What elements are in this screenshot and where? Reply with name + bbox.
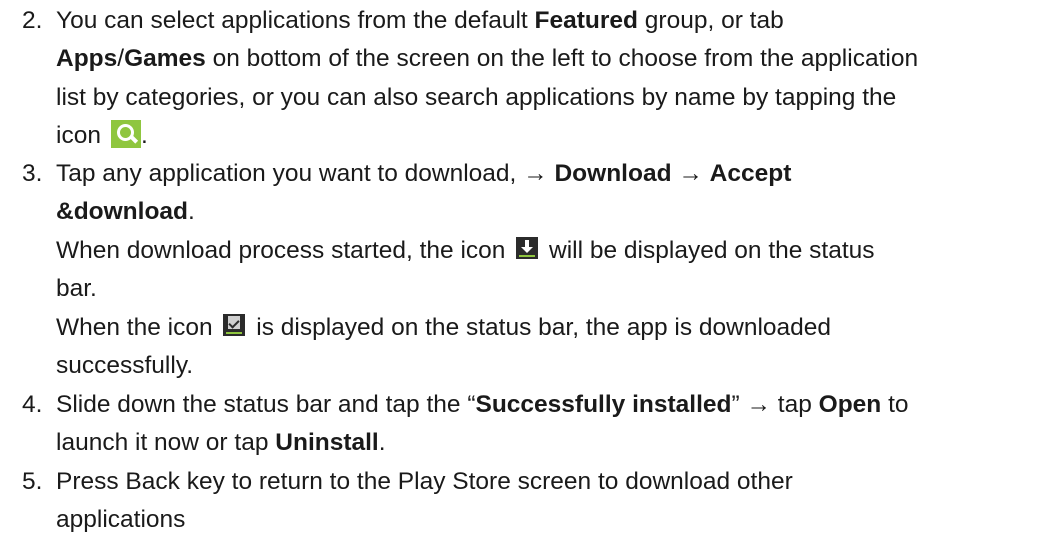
step-text-line: icon. — [56, 119, 148, 152]
text: to — [881, 391, 909, 418]
bold-text-games: Games — [124, 45, 206, 72]
bold-text-uninstall: Uninstall — [275, 429, 379, 456]
step-number: 3. — [22, 160, 43, 187]
text: bar. — [56, 275, 97, 302]
bold-text-successfully-installed: Successfully installed — [475, 391, 732, 418]
step-number: 4. — [22, 391, 43, 418]
step-text-line: applications — [56, 504, 185, 536]
step-text-line: launch it now or tap Uninstall. — [56, 427, 386, 459]
text: → — [671, 160, 710, 187]
step-text-line: Apps/Games on bottom of the screen on th… — [56, 43, 918, 75]
step-text-line: When the icon is displayed on the status… — [56, 312, 831, 344]
text: will be displayed on the status — [549, 237, 875, 264]
text: . — [188, 198, 195, 225]
step-text-line: Tap any application you want to download… — [56, 158, 791, 190]
text: ” → tap — [731, 391, 819, 418]
text: is displayed on the status bar, the app … — [256, 314, 832, 341]
step-text-line: &download. — [56, 196, 195, 228]
text: Press Back key to return to the Play Sto… — [56, 468, 793, 495]
download-complete-icon — [223, 313, 246, 336]
text: . — [140, 122, 148, 149]
manual-page: 2. You can select applications from the … — [0, 0, 1042, 551]
text: . — [378, 429, 386, 456]
download-icon — [516, 236, 539, 259]
text: successfully. — [56, 352, 194, 379]
text: You can select applications from the def… — [56, 7, 535, 34]
step-text-line: list by categories, or you can also sear… — [56, 82, 896, 114]
step-text-line: successfully. — [56, 350, 193, 382]
step-text-line: When download process started, the icon … — [56, 235, 875, 267]
text: launch it now or tap — [56, 429, 276, 456]
bold-text-open: Open — [818, 391, 882, 418]
bold-text-featured: Featured — [534, 7, 638, 34]
text: When the icon — [56, 314, 213, 341]
step-text-line: Press Back key to return to the Play Sto… — [56, 466, 793, 498]
step-number: 5. — [22, 468, 43, 495]
step-number: 2. — [22, 7, 43, 34]
bold-text-apps: Apps — [56, 45, 118, 72]
text: icon — [56, 122, 101, 149]
text: When download process started, the icon — [56, 237, 506, 264]
text: applications — [56, 506, 186, 533]
text: group, or tab — [637, 7, 784, 34]
bold-text-accept: Accept — [709, 160, 792, 187]
text: Tap any application you want to download… — [56, 160, 555, 187]
bold-text-download: Download — [554, 160, 672, 187]
text: Slide down the status bar and tap the “ — [56, 391, 476, 418]
text: on bottom of the screen on the left to c… — [205, 45, 919, 72]
step-text-line: bar. — [56, 273, 97, 305]
search-icon — [110, 119, 141, 148]
step-text-line: Slide down the status bar and tap the “S… — [56, 389, 909, 421]
bold-text-download-cont: &download — [56, 198, 189, 225]
step-text-line: You can select applications from the def… — [56, 5, 784, 37]
text: list by categories, or you can also sear… — [56, 84, 897, 111]
